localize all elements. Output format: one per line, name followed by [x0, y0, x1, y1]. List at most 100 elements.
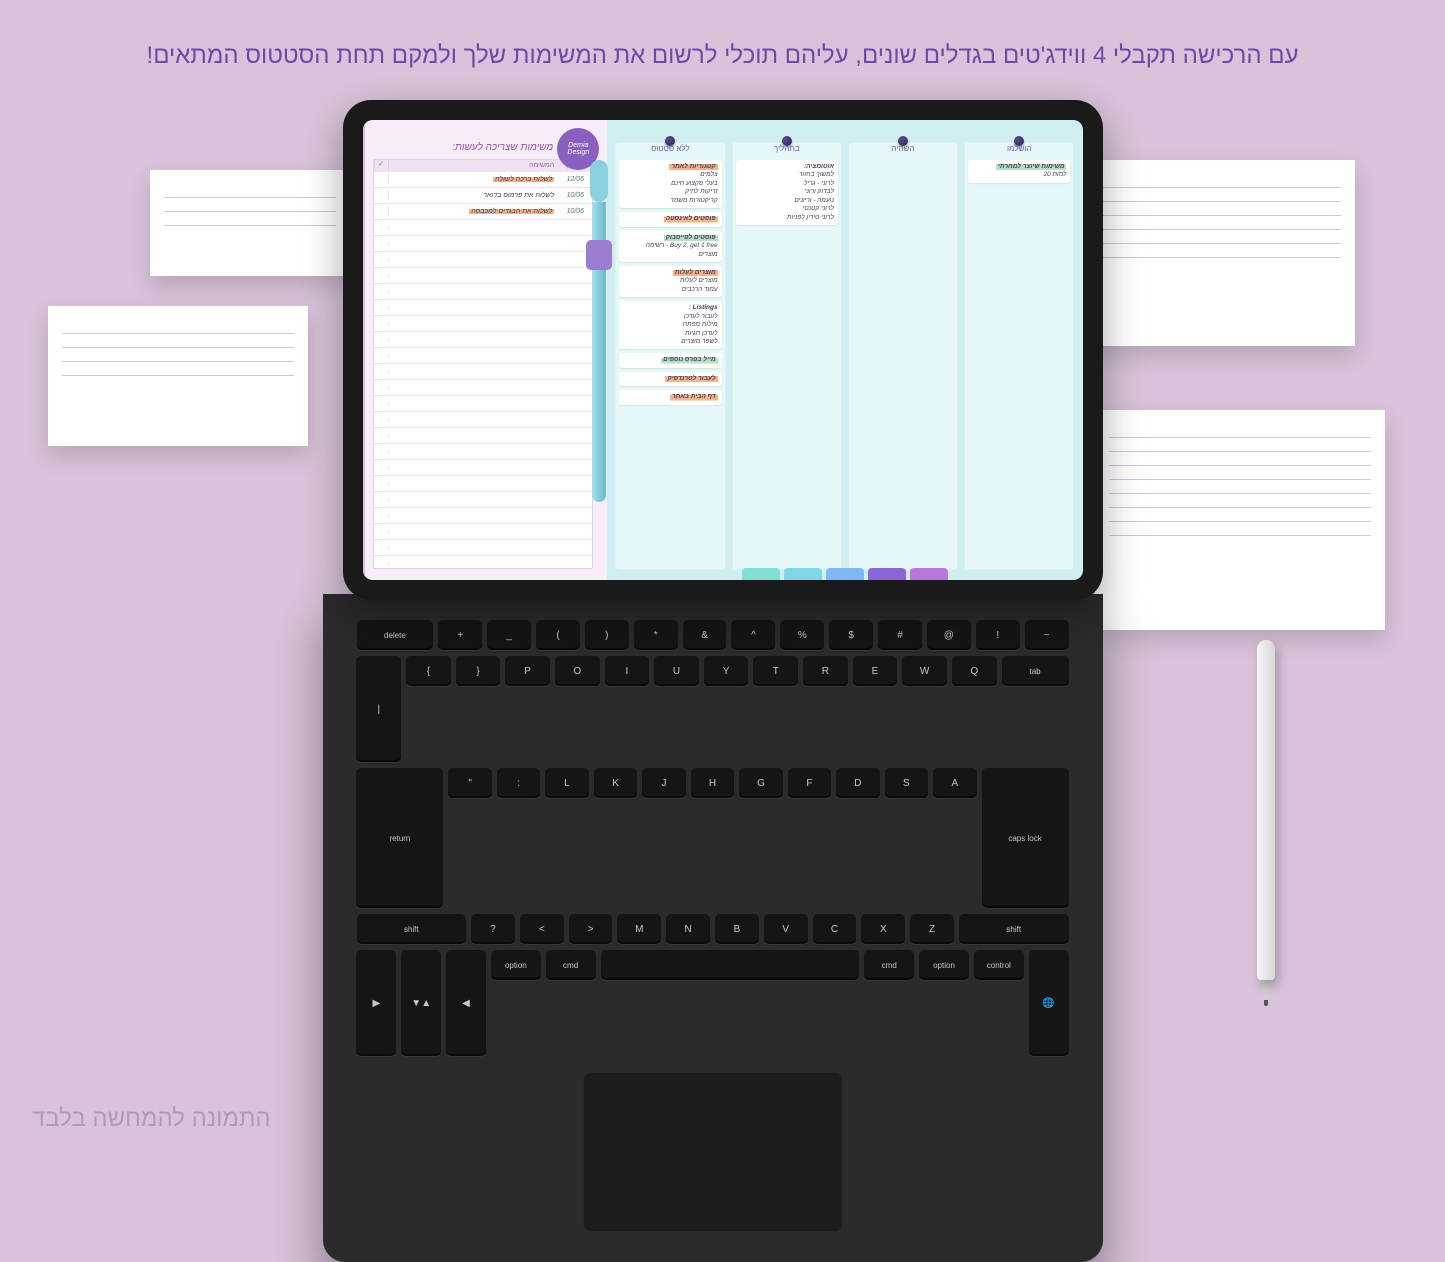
widget-small-2[interactable] [48, 306, 308, 446]
task-row-empty[interactable] [374, 331, 593, 347]
task-row-empty[interactable] [374, 411, 593, 427]
task-card[interactable]: מייל בפרס נוספים [619, 353, 721, 367]
task-card[interactable]: לעבור לטרנדפיק [619, 372, 721, 386]
key[interactable]: D [836, 768, 879, 798]
key[interactable]: L [545, 768, 588, 798]
key[interactable]: B [715, 914, 759, 944]
task-row-empty[interactable] [374, 491, 593, 507]
section-tab[interactable] [868, 568, 906, 580]
task-card[interactable]: קטגוריות לאתרצלמיםבעלי מקצוע חינםזריקות … [619, 160, 721, 208]
section-tab[interactable] [910, 568, 948, 580]
status-column[interactable]: ללא סטטוסקטגוריות לאתרצלמיםבעלי מקצוע חי… [615, 142, 725, 570]
key[interactable]: G [739, 768, 782, 798]
key[interactable]: # [878, 620, 922, 650]
key[interactable]: ▶ [356, 950, 396, 1056]
task-row-empty[interactable] [374, 299, 593, 315]
key[interactable]: } [406, 656, 451, 686]
key[interactable]: & [683, 620, 727, 650]
key[interactable]: M [617, 914, 661, 944]
task-row-empty[interactable] [374, 219, 593, 235]
key[interactable]: : [497, 768, 540, 798]
task-row-empty[interactable] [374, 379, 593, 395]
task-row-empty[interactable] [374, 459, 593, 475]
key[interactable] [601, 950, 860, 980]
status-column[interactable]: השהיה [848, 142, 958, 570]
status-column[interactable]: בתהליךאוטומציה:למשוך בחזורלרוני - גריללב… [732, 142, 842, 570]
key[interactable]: ▲▼ [401, 950, 441, 1056]
task-card[interactable]: משימות שיוצר למחרתילמות 20 [968, 160, 1070, 183]
keyboard[interactable]: ~!@#$%^&*()_+deletetabQWERTYUIOP{}|caps … [357, 620, 1069, 1056]
key[interactable]: ) [536, 620, 580, 650]
task-row[interactable]: לשלוח ברכה לשולה12/06 [374, 171, 593, 187]
key[interactable]: O [555, 656, 600, 686]
key[interactable]: S [885, 768, 928, 798]
key[interactable]: Z [910, 914, 954, 944]
task-row-empty[interactable] [374, 427, 593, 443]
key[interactable]: @ [927, 620, 971, 650]
key[interactable]: shift [959, 914, 1069, 944]
task-row-empty[interactable] [374, 347, 593, 363]
task-row-empty[interactable] [374, 523, 593, 539]
task-row-empty[interactable] [374, 283, 593, 299]
task-row-empty[interactable] [374, 507, 593, 523]
task-row-empty[interactable] [374, 555, 593, 569]
status-column[interactable]: הושלמומשימות שיוצר למחרתילמות 20 [964, 142, 1074, 570]
task-row-empty[interactable] [374, 475, 593, 491]
key[interactable]: A [933, 768, 976, 798]
key[interactable]: V [764, 914, 808, 944]
key[interactable]: cmd [546, 950, 596, 980]
key[interactable]: tab [1002, 656, 1069, 686]
key[interactable]: E [853, 656, 898, 686]
section-tab[interactable] [742, 568, 780, 580]
key[interactable]: I [605, 656, 650, 686]
key[interactable]: ◀ [446, 950, 486, 1056]
task-card[interactable]: מוצרים לעלותמוצרים לעלותעמוד הרכבים [619, 266, 721, 297]
key[interactable]: ? [471, 914, 515, 944]
task-card[interactable]: פוסטים לאינסטה [619, 212, 721, 226]
key[interactable]: ~ [1025, 620, 1069, 650]
key[interactable]: shift [357, 914, 467, 944]
key[interactable]: Y [704, 656, 749, 686]
key[interactable]: T [753, 656, 798, 686]
key[interactable]: " [448, 768, 491, 798]
key[interactable]: + [438, 620, 482, 650]
bottom-tabs[interactable] [742, 568, 948, 580]
key[interactable]: > [520, 914, 564, 944]
task-card[interactable]: פוסטים לפייסבוקBuy 2, get 1 free - רשימה… [619, 231, 721, 262]
key[interactable]: < [569, 914, 613, 944]
task-row-empty[interactable] [374, 395, 593, 411]
section-tab[interactable] [784, 568, 822, 580]
planner-app-screen[interactable]: Demia Design משימות שצריכה לעשות: ✓ המשי… [363, 120, 1083, 580]
task-card[interactable]: דף הבית באתר [619, 390, 721, 404]
key[interactable]: U [654, 656, 699, 686]
key[interactable]: ( [585, 620, 629, 650]
task-row-empty[interactable] [374, 539, 593, 555]
key[interactable]: { [456, 656, 501, 686]
key[interactable]: caps lock [982, 768, 1069, 908]
key[interactable]: H [691, 768, 734, 798]
key[interactable]: J [642, 768, 685, 798]
task-row-empty[interactable] [374, 267, 593, 283]
key[interactable]: | [356, 656, 401, 762]
task-row-empty[interactable] [374, 443, 593, 459]
key[interactable]: _ [487, 620, 531, 650]
key[interactable]: C [813, 914, 857, 944]
key[interactable]: cmd [864, 950, 914, 980]
key[interactable]: ^ [731, 620, 775, 650]
key[interactable]: delete [357, 620, 434, 650]
key[interactable]: control [974, 950, 1024, 980]
widget-small-1[interactable] [150, 170, 350, 276]
key[interactable]: W [902, 656, 947, 686]
key[interactable]: 🌐 [1029, 950, 1069, 1056]
section-tab[interactable] [826, 568, 864, 580]
task-card[interactable]: אוטומציה:למשוך בחזורלרוני - גריללבדוק ור… [736, 160, 838, 225]
key[interactable]: % [780, 620, 824, 650]
key[interactable]: R [803, 656, 848, 686]
task-row-empty[interactable] [374, 235, 593, 251]
key[interactable]: N [666, 914, 710, 944]
key[interactable]: ! [976, 620, 1020, 650]
trackpad[interactable] [583, 1072, 843, 1232]
key[interactable]: X [861, 914, 905, 944]
key[interactable]: K [594, 768, 637, 798]
task-card[interactable]: Listings :לעבור לעדכןמילות מפתחלעדכן תגי… [619, 301, 721, 349]
